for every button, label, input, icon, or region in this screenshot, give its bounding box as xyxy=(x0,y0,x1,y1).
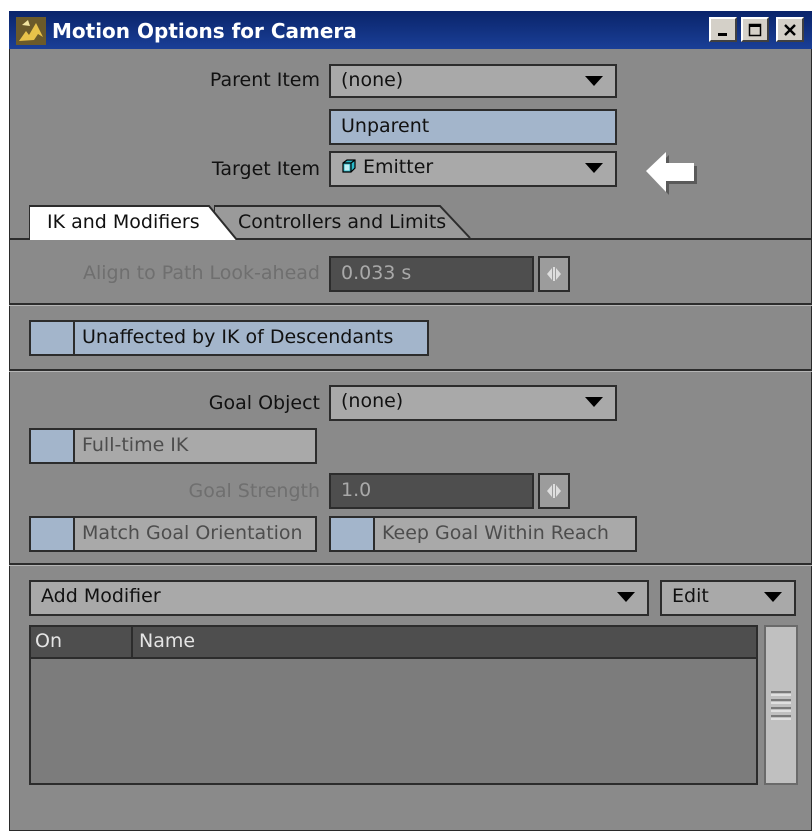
tab-ik-and-modifiers[interactable]: IK and Modifiers xyxy=(29,204,239,240)
modifier-list[interactable]: On Name xyxy=(29,625,758,785)
unaffected-by-ik-toggle[interactable]: Unaffected by IK of Descendants xyxy=(29,320,429,356)
spin-arrows-icon xyxy=(540,484,568,511)
column-header-name[interactable]: Name xyxy=(139,627,195,655)
maximize-icon xyxy=(748,23,762,37)
maximize-button[interactable] xyxy=(741,17,769,42)
parent-item-dropdown[interactable]: (none) xyxy=(329,64,617,98)
close-icon xyxy=(783,23,797,37)
unaffected-by-ik-label: Unaffected by IK of Descendants xyxy=(82,326,394,348)
white-arrow-left-icon xyxy=(642,148,700,196)
goal-strength-label: Goal Strength xyxy=(188,480,321,502)
keep-goal-within-reach-toggle[interactable]: Keep Goal Within Reach xyxy=(329,516,637,552)
spin-arrows-icon xyxy=(540,267,568,294)
separator xyxy=(9,563,812,566)
checkbox xyxy=(331,518,375,550)
column-header-on[interactable]: On xyxy=(35,627,62,655)
parent-item-label: Parent Item xyxy=(209,69,320,91)
tab-controllers-label: Controllers and Limits xyxy=(238,211,447,233)
checkbox xyxy=(31,430,75,462)
window-title: Motion Options for Camera xyxy=(52,19,357,43)
align-path-input[interactable]: 0.033 s xyxy=(329,256,534,292)
full-time-ik-label: Full-time IK xyxy=(82,434,189,456)
add-modifier-dropdown[interactable]: Add Modifier xyxy=(29,580,649,616)
goal-strength-spinner[interactable] xyxy=(538,473,570,509)
edit-dropdown[interactable]: Edit xyxy=(660,580,796,616)
match-goal-label: Match Goal Orientation xyxy=(82,522,303,544)
edit-label: Edit xyxy=(672,585,709,607)
align-path-spinner[interactable] xyxy=(538,256,570,292)
match-goal-orientation-toggle[interactable]: Match Goal Orientation xyxy=(29,516,317,552)
goal-object-value: (none) xyxy=(341,390,404,412)
chevron-down-icon xyxy=(585,76,603,86)
grip-icon xyxy=(771,689,791,727)
separator xyxy=(9,303,812,306)
target-item-label: Target Item xyxy=(211,158,320,180)
list-header: On Name xyxy=(31,627,756,659)
chevron-down-icon xyxy=(585,397,603,407)
chevron-down-icon xyxy=(764,592,782,602)
chevron-down-icon xyxy=(585,163,603,173)
null-object-icon xyxy=(341,154,357,182)
goal-strength-input[interactable]: 1.0 xyxy=(329,473,534,509)
checkbox xyxy=(31,322,75,354)
separator xyxy=(9,369,812,372)
target-item-dropdown[interactable]: Emitter xyxy=(329,151,617,187)
align-path-label: Align to Path Look-ahead xyxy=(82,262,320,284)
unparent-button[interactable]: Unparent xyxy=(329,109,617,145)
full-time-ik-toggle[interactable]: Full-time IK xyxy=(29,428,317,464)
minimize-button[interactable] xyxy=(709,17,737,42)
add-modifier-label: Add Modifier xyxy=(41,585,161,607)
lightwave-icon xyxy=(16,17,46,45)
column-divider xyxy=(131,627,133,657)
goal-object-dropdown[interactable]: (none) xyxy=(329,385,617,421)
list-scrollbar[interactable] xyxy=(764,625,798,785)
goal-object-label: Goal Object xyxy=(208,392,320,414)
minimize-icon xyxy=(716,23,730,37)
close-button[interactable] xyxy=(776,17,804,42)
chevron-down-icon xyxy=(617,592,635,602)
target-item-value: Emitter xyxy=(363,156,434,178)
checkbox xyxy=(31,518,75,550)
keep-goal-label: Keep Goal Within Reach xyxy=(382,522,609,544)
tab-controllers-and-limits[interactable]: Controllers and Limits xyxy=(214,204,474,240)
parent-item-value: (none) xyxy=(341,69,404,91)
tab-ik-label: IK and Modifiers xyxy=(47,211,200,233)
